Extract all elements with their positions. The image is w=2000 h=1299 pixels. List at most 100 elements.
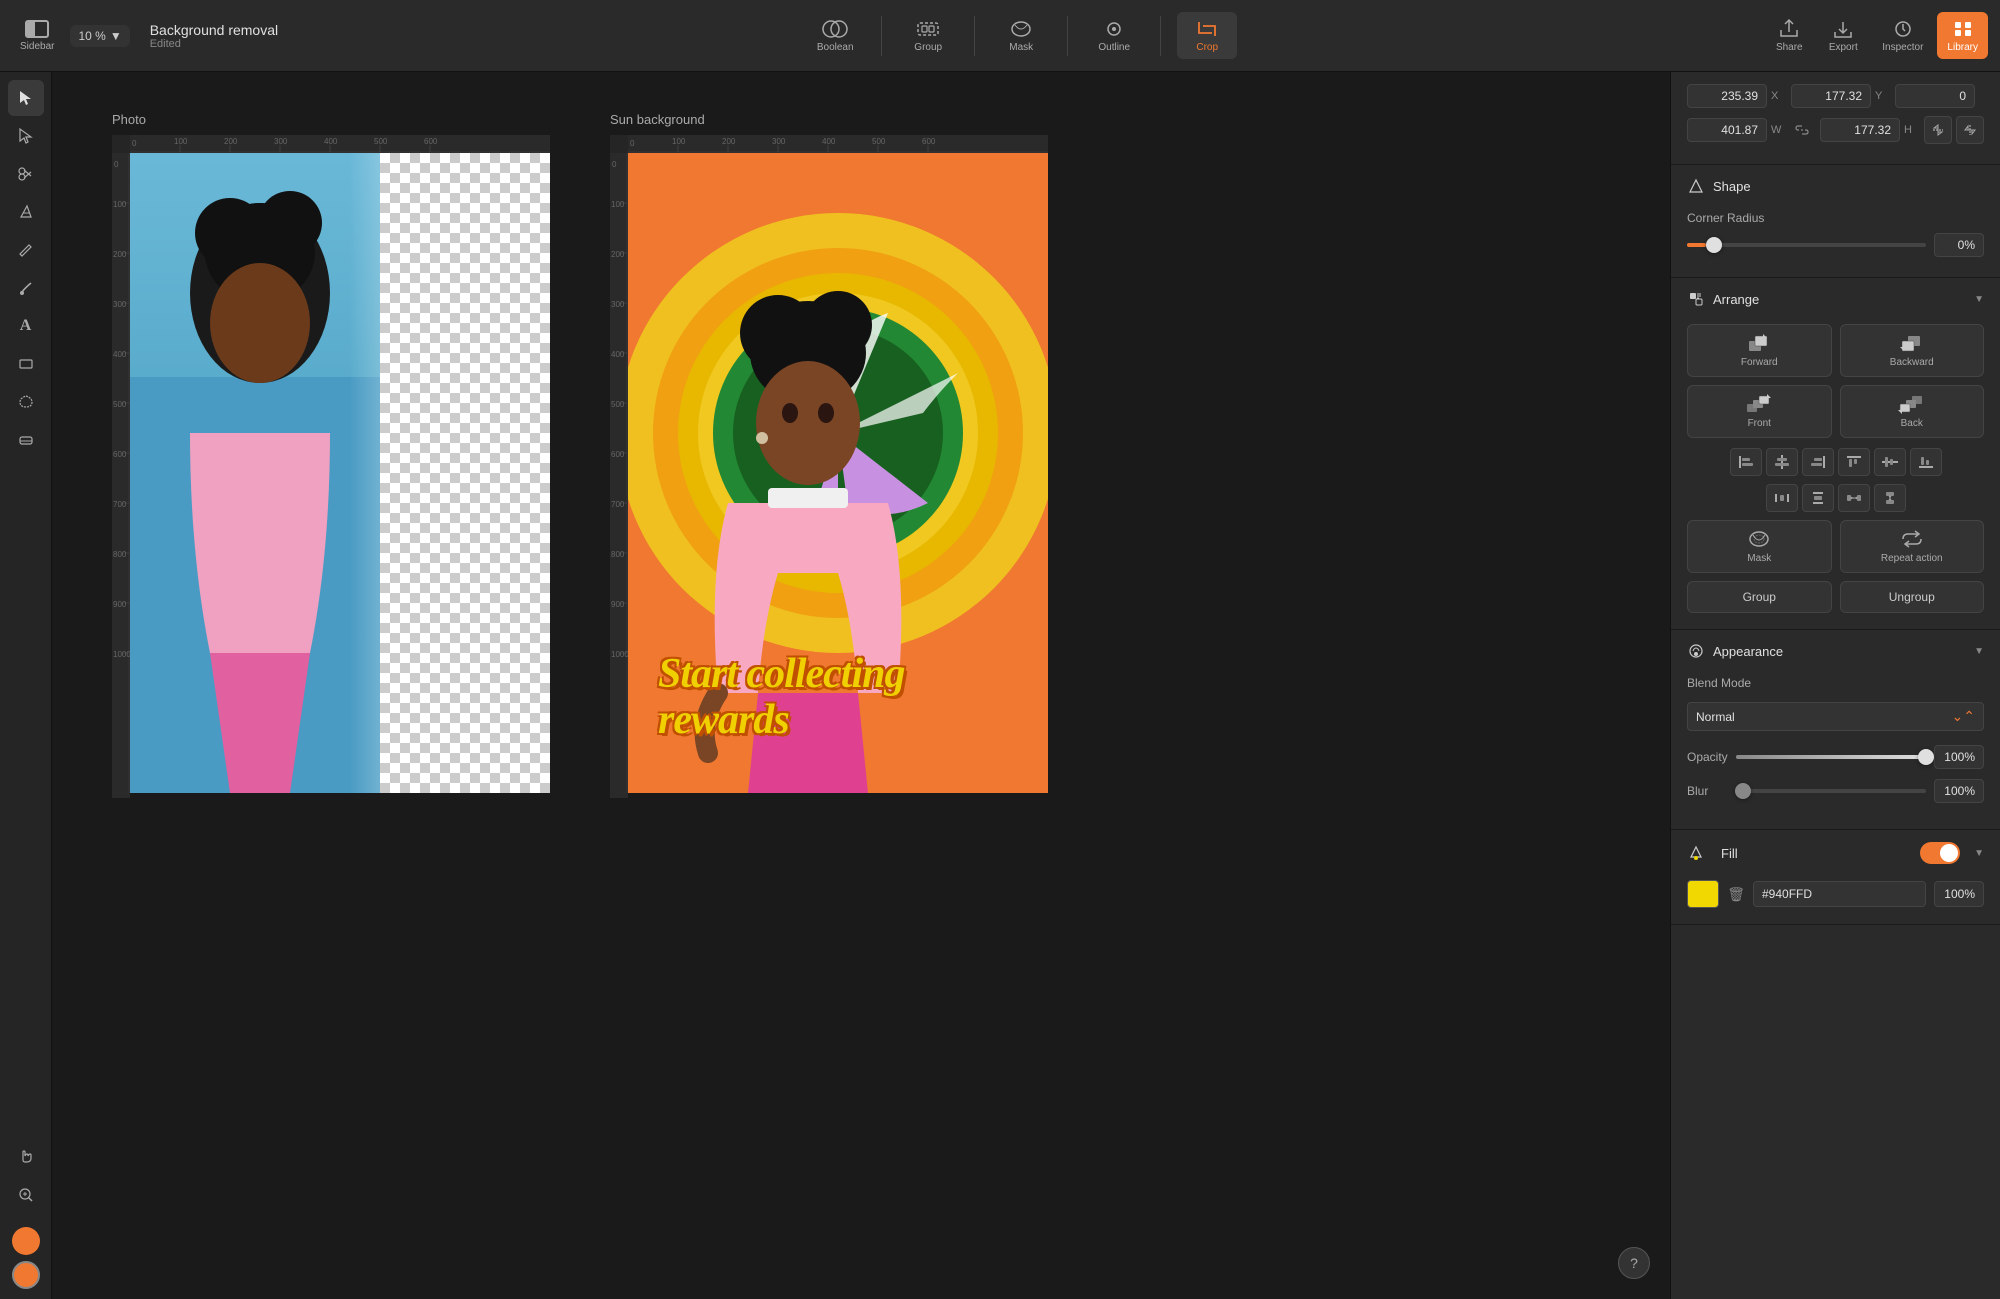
mask-label: Mask <box>1009 42 1033 53</box>
back-button[interactable]: Back <box>1840 385 1985 438</box>
blend-select-row: Normal ⌄⌃ <box>1687 702 1984 731</box>
dist-h-button[interactable] <box>1766 484 1798 512</box>
text-tool[interactable]: A <box>8 308 44 344</box>
repeat-action-icon <box>1898 529 1926 549</box>
ungroup-action-button[interactable]: Ungroup <box>1840 581 1985 613</box>
align-middle-v-button[interactable] <box>1874 448 1906 476</box>
inspector-button[interactable]: Inspector <box>1872 12 1933 59</box>
photo-canvas[interactable] <box>130 153 550 793</box>
zoom-tool[interactable] <box>8 1177 44 1213</box>
hand-tool[interactable] <box>8 1139 44 1175</box>
svg-text:300: 300 <box>113 300 127 309</box>
select-tool[interactable] <box>8 80 44 116</box>
color-swatch-2[interactable] <box>12 1261 40 1289</box>
shape-header[interactable]: Shape <box>1671 165 2000 207</box>
svg-text:500: 500 <box>113 400 127 409</box>
flip-horizontal-button[interactable] <box>1924 116 1952 144</box>
opacity-label: Opacity <box>1687 750 1728 764</box>
align-top-button[interactable] <box>1838 448 1870 476</box>
pen-tool[interactable] <box>8 194 44 230</box>
spacing-v-button[interactable] <box>1874 484 1906 512</box>
eraser-tool[interactable] <box>8 422 44 458</box>
color-swatch-1[interactable] <box>12 1227 40 1255</box>
align-center-h-button[interactable] <box>1766 448 1798 476</box>
svg-text:200: 200 <box>224 137 238 146</box>
mask-arrange-button[interactable]: Mask <box>1687 520 1832 573</box>
group-button[interactable]: Group <box>898 12 958 59</box>
opacity-row: Opacity <box>1687 745 1984 769</box>
blur-thumb[interactable] <box>1735 783 1751 799</box>
appearance-icon <box>1687 642 1705 660</box>
sidebar-icon <box>25 20 49 38</box>
zoom-control[interactable]: 10 % ▼ <box>70 25 129 47</box>
topbar-left: Sidebar 10 % ▼ Background removal Edited <box>12 14 278 58</box>
share-button[interactable]: Share <box>1764 12 1814 59</box>
align-left-button[interactable] <box>1730 448 1762 476</box>
opacity-input[interactable] <box>1934 745 1984 769</box>
x-field: X <box>1687 84 1783 108</box>
back-icon <box>1898 394 1926 414</box>
blur-slider[interactable] <box>1735 781 1926 801</box>
crop-button[interactable]: Crop <box>1177 12 1237 59</box>
h-input[interactable] <box>1820 118 1900 142</box>
w-label: W <box>1771 124 1783 136</box>
corner-radius-slider[interactable] <box>1687 235 1926 255</box>
align-bottom-button[interactable] <box>1910 448 1942 476</box>
arrange-header[interactable]: Arrange ▼ <box>1671 278 2000 320</box>
boolean-button[interactable]: Boolean <box>805 12 865 59</box>
svg-text:700: 700 <box>611 500 625 509</box>
opacity-thumb[interactable] <box>1918 749 1934 765</box>
share-label: Share <box>1776 42 1803 53</box>
topbar-right-tools: Share Export Inspector <box>1764 12 1988 59</box>
inspector-label: Inspector <box>1882 42 1923 53</box>
front-button[interactable]: Front <box>1687 385 1832 438</box>
sun-canvas[interactable]: Start collectingrewards <box>628 153 1048 793</box>
help-button[interactable]: ? <box>1618 1247 1650 1279</box>
export-button[interactable]: Export <box>1818 12 1868 59</box>
pencil-tool[interactable] <box>8 232 44 268</box>
rotation-input[interactable] <box>1895 84 1975 108</box>
repeat-action-label: Repeat action <box>1881 553 1943 564</box>
position-row: X Y <box>1687 84 1984 108</box>
outline-button[interactable]: Outline <box>1084 12 1144 59</box>
repeat-action-button[interactable]: Repeat action <box>1840 520 1985 573</box>
fill-delete-button[interactable]: 🗑 <box>1727 886 1745 903</box>
inspector-icon <box>1889 18 1917 40</box>
blur-input[interactable] <box>1934 779 1984 803</box>
brush-tool[interactable] <box>8 270 44 306</box>
spacing-h-button[interactable] <box>1838 484 1870 512</box>
opacity-slider[interactable] <box>1736 747 1926 767</box>
y-input[interactable] <box>1791 84 1871 108</box>
library-button[interactable]: Library <box>1937 12 1988 59</box>
appearance-header[interactable]: Appearance ▼ <box>1671 630 2000 672</box>
blend-mode-select[interactable]: Normal ⌄⌃ <box>1687 702 1984 731</box>
svg-text:1000: 1000 <box>611 650 628 659</box>
direct-select-tool[interactable] <box>8 118 44 154</box>
link-proportions-icon[interactable] <box>1791 118 1812 142</box>
x-input[interactable] <box>1687 84 1767 108</box>
slider-thumb[interactable] <box>1706 237 1722 253</box>
lasso-tool[interactable] <box>8 384 44 420</box>
fill-hex-input[interactable] <box>1753 881 1926 907</box>
scissors-tool[interactable] <box>8 156 44 192</box>
svg-text:1000: 1000 <box>113 650 130 659</box>
w-input[interactable] <box>1687 118 1767 142</box>
canvas-scroll[interactable]: Photo 0 100 200 <box>52 72 1670 1299</box>
mask-button[interactable]: Mask <box>991 12 1051 59</box>
fill-toggle[interactable] <box>1920 842 1960 864</box>
align-right-button[interactable] <box>1802 448 1834 476</box>
fill-opacity-input[interactable] <box>1934 881 1984 907</box>
shape-tool[interactable] <box>8 346 44 382</box>
dist-v-button[interactable] <box>1802 484 1834 512</box>
group-action-button[interactable]: Group <box>1687 581 1832 613</box>
sidebar-toggle-button[interactable]: Sidebar <box>12 14 62 58</box>
blur-track <box>1735 789 1926 793</box>
fill-color-swatch[interactable] <box>1687 880 1719 908</box>
arrange-title: Arrange <box>1713 292 1974 307</box>
position-size-section: X Y W <box>1671 72 2000 165</box>
forward-button[interactable]: Forward <box>1687 324 1832 377</box>
corner-radius-input[interactable] <box>1934 233 1984 257</box>
backward-button[interactable]: Backward <box>1840 324 1985 377</box>
flip-vertical-button[interactable] <box>1956 116 1984 144</box>
canvas-area[interactable]: Photo 0 100 200 <box>52 72 1670 1299</box>
